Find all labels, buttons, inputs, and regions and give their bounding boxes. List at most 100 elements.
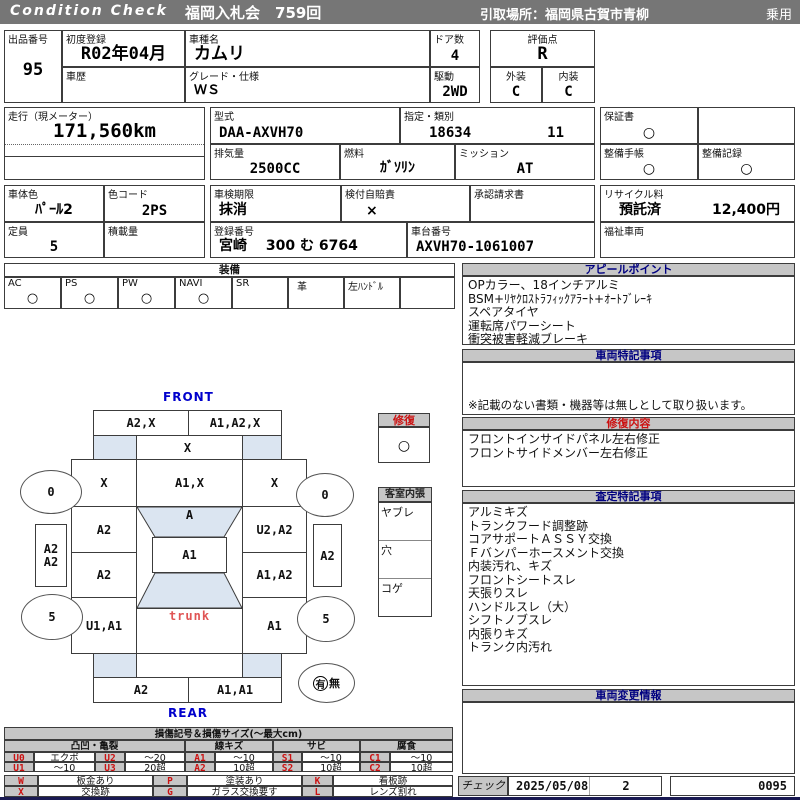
model-code-label: 型式 bbox=[214, 112, 234, 123]
chassis-number-label: 車台番号 bbox=[411, 227, 451, 238]
legend-code: G bbox=[153, 786, 187, 797]
registration-number-box: 登録番号 宮崎 300 む 6764 bbox=[210, 222, 407, 258]
legend-code: U3 bbox=[95, 762, 125, 772]
assessment-line: コアサポートＡＳＳＹ交換 bbox=[468, 532, 613, 546]
class-box: 指定・類別 18634 11 bbox=[400, 107, 595, 144]
color-code-box: 色コード 2PS bbox=[104, 185, 205, 222]
cabin-row-tear: ヤブレ bbox=[379, 503, 431, 541]
check-label: チェック bbox=[458, 776, 508, 796]
first-registration-value: R02年04月 bbox=[80, 44, 167, 64]
side-left-code: A2 bbox=[43, 541, 59, 556]
assessment-line: 内張りキズ bbox=[468, 626, 529, 641]
legend-group: 凸凹・亀裂 bbox=[4, 740, 185, 752]
capacity-value: 5 bbox=[49, 239, 59, 255]
appeal-line: 運転席パワーシート bbox=[468, 318, 576, 333]
model-code-box: 型式 DAA-AXVH70 bbox=[210, 107, 400, 144]
assessment-line: Ｆバンパーホースメント交換 bbox=[468, 545, 625, 560]
equipment-label: PS bbox=[65, 278, 78, 289]
legend-code: W bbox=[4, 775, 38, 786]
changes-body bbox=[462, 702, 795, 774]
exterior-box: 外装 C bbox=[490, 67, 542, 103]
legend-code: P bbox=[153, 775, 187, 786]
panel-front-bumper-right: A1,A2,X bbox=[188, 410, 282, 436]
registration-number-value: 宮崎 300 む 6764 bbox=[219, 238, 358, 254]
equipment-title: 装備 bbox=[4, 263, 455, 277]
insurance-box: 検付自賠責 × bbox=[341, 185, 470, 222]
legend-code: U2 bbox=[95, 752, 125, 762]
panel-fender-left: X bbox=[71, 459, 137, 507]
check-number: 2 bbox=[622, 779, 630, 793]
doors-value: 4 bbox=[450, 48, 460, 64]
inspection-value: 抹消 bbox=[219, 202, 247, 218]
legend-value: ～10 bbox=[302, 752, 360, 762]
legend-code: U0 bbox=[4, 752, 34, 762]
divider bbox=[5, 156, 204, 157]
appeal-line: OPカラー、18インチアルミ bbox=[468, 278, 620, 292]
cabin-lining-header: 客室内張 bbox=[378, 487, 432, 502]
first-registration-box: 初度登録 R02年04月 bbox=[62, 30, 185, 67]
legend-value: ガラス交換要す bbox=[187, 786, 302, 797]
assessment-line: ハンドルスレ（大） bbox=[468, 599, 577, 614]
legend-code: X bbox=[4, 786, 38, 797]
lot-number-label: 出品番号 bbox=[8, 35, 48, 46]
welfare-label: 福祉車両 bbox=[604, 227, 644, 238]
warranty-label: 保証書 bbox=[604, 112, 634, 123]
chassis-number-box: 車台番号 AXVH70-1061007 bbox=[407, 222, 595, 258]
mission-value: AT bbox=[516, 161, 534, 177]
legend-value: 交換跡 bbox=[38, 786, 153, 797]
tire-rear-left: 5 bbox=[21, 594, 83, 640]
legend-code: U1 bbox=[4, 762, 34, 772]
panel-front-door-left: A2 bbox=[71, 506, 137, 553]
insurance-label: 検付自賠責 bbox=[345, 190, 395, 201]
assessment-line: フロントシートスレ bbox=[468, 572, 577, 587]
fuel-value: ｶﾞｿﾘﾝ bbox=[380, 160, 415, 176]
equipment-label: PW bbox=[122, 278, 138, 289]
color-code-label: 色コード bbox=[108, 190, 148, 201]
equipment-cell-navi: NAVI ○ bbox=[175, 277, 232, 309]
repair-details-body: フロントインサイドパネル左右修正 フロントサイドメンバー左右修正 bbox=[462, 430, 795, 487]
mileage-box: 走行（現メーター） 171,560km bbox=[4, 107, 205, 180]
legend-row-4: X 交換跡 G ガラス交換要す L レンズ割れ bbox=[4, 786, 453, 797]
equipment-cell-ac: AC ○ bbox=[4, 277, 61, 309]
load-box: 積載量 bbox=[104, 222, 205, 258]
equipment-row: AC ○ PS ○ PW ○ NAVI ○ SR 革 左ﾊﾝﾄﾞﾙ bbox=[4, 277, 455, 309]
maintenance-record-label: 整備記録 bbox=[702, 149, 742, 160]
appeal-header: アピールポイント bbox=[462, 263, 795, 276]
inspection-box: 車検期限 抹消 bbox=[210, 185, 341, 222]
legend-value: 10超 bbox=[390, 762, 453, 772]
grade-box: グレード・仕様 ＷＳ bbox=[185, 67, 430, 103]
color-code-value: 2PS bbox=[141, 203, 168, 219]
displacement-box: 排気量 2500CC bbox=[210, 144, 340, 180]
tire-front-left: 0 bbox=[20, 470, 82, 514]
assessment-line: 内装汚れ、キズ bbox=[468, 559, 553, 573]
empty-box bbox=[698, 107, 795, 144]
appeal-line: BSM+ﾘﾔｸﾛｽﾄﾗﾌｨｯｸｱﾗｰﾄ+ｵｰﾄﾌﾞﾚｰｷ bbox=[468, 291, 653, 306]
brand-logo: Condition Check bbox=[10, 3, 168, 19]
legend-code: K bbox=[302, 775, 333, 786]
legend-code: S1 bbox=[273, 752, 302, 762]
body-color-value: ﾊﾟｰﾙ2 bbox=[35, 202, 73, 218]
panel-side-right: A2 bbox=[313, 524, 342, 587]
recycle-status-value: 預託済 bbox=[619, 202, 661, 218]
equipment-label: 革 bbox=[297, 282, 307, 293]
approval-box: 承認請求書 bbox=[470, 185, 595, 222]
divider bbox=[5, 144, 204, 145]
displacement-label: 排気量 bbox=[214, 149, 244, 160]
assessment-line: 天張りスレ bbox=[468, 586, 529, 600]
rear-glass-shape bbox=[136, 572, 243, 609]
grade-value: ＷＳ bbox=[194, 83, 221, 98]
legend-code: A2 bbox=[185, 762, 215, 772]
score-box: 評価点 R bbox=[490, 30, 595, 67]
doors-box: ドア数 4 bbox=[430, 30, 480, 67]
capacity-box: 定員 5 bbox=[4, 222, 104, 258]
panel-side-left: A2 A2 bbox=[35, 524, 67, 587]
doors-label: ドア数 bbox=[434, 35, 464, 46]
displacement-value: 2500CC bbox=[249, 161, 301, 177]
vehicle-notes-text: ※記載のない書類・機器等は無しとして取り扱います。 bbox=[468, 397, 753, 412]
mileage-value: 171,560km bbox=[53, 120, 156, 142]
cabin-lining-box: ヤブレ 穴 コゲ bbox=[378, 502, 432, 617]
panel-front-bumper-left: A2,X bbox=[93, 410, 189, 436]
headlight-left bbox=[93, 435, 137, 460]
headlight-right bbox=[242, 435, 282, 460]
check-code-box: 0095 bbox=[670, 776, 795, 796]
